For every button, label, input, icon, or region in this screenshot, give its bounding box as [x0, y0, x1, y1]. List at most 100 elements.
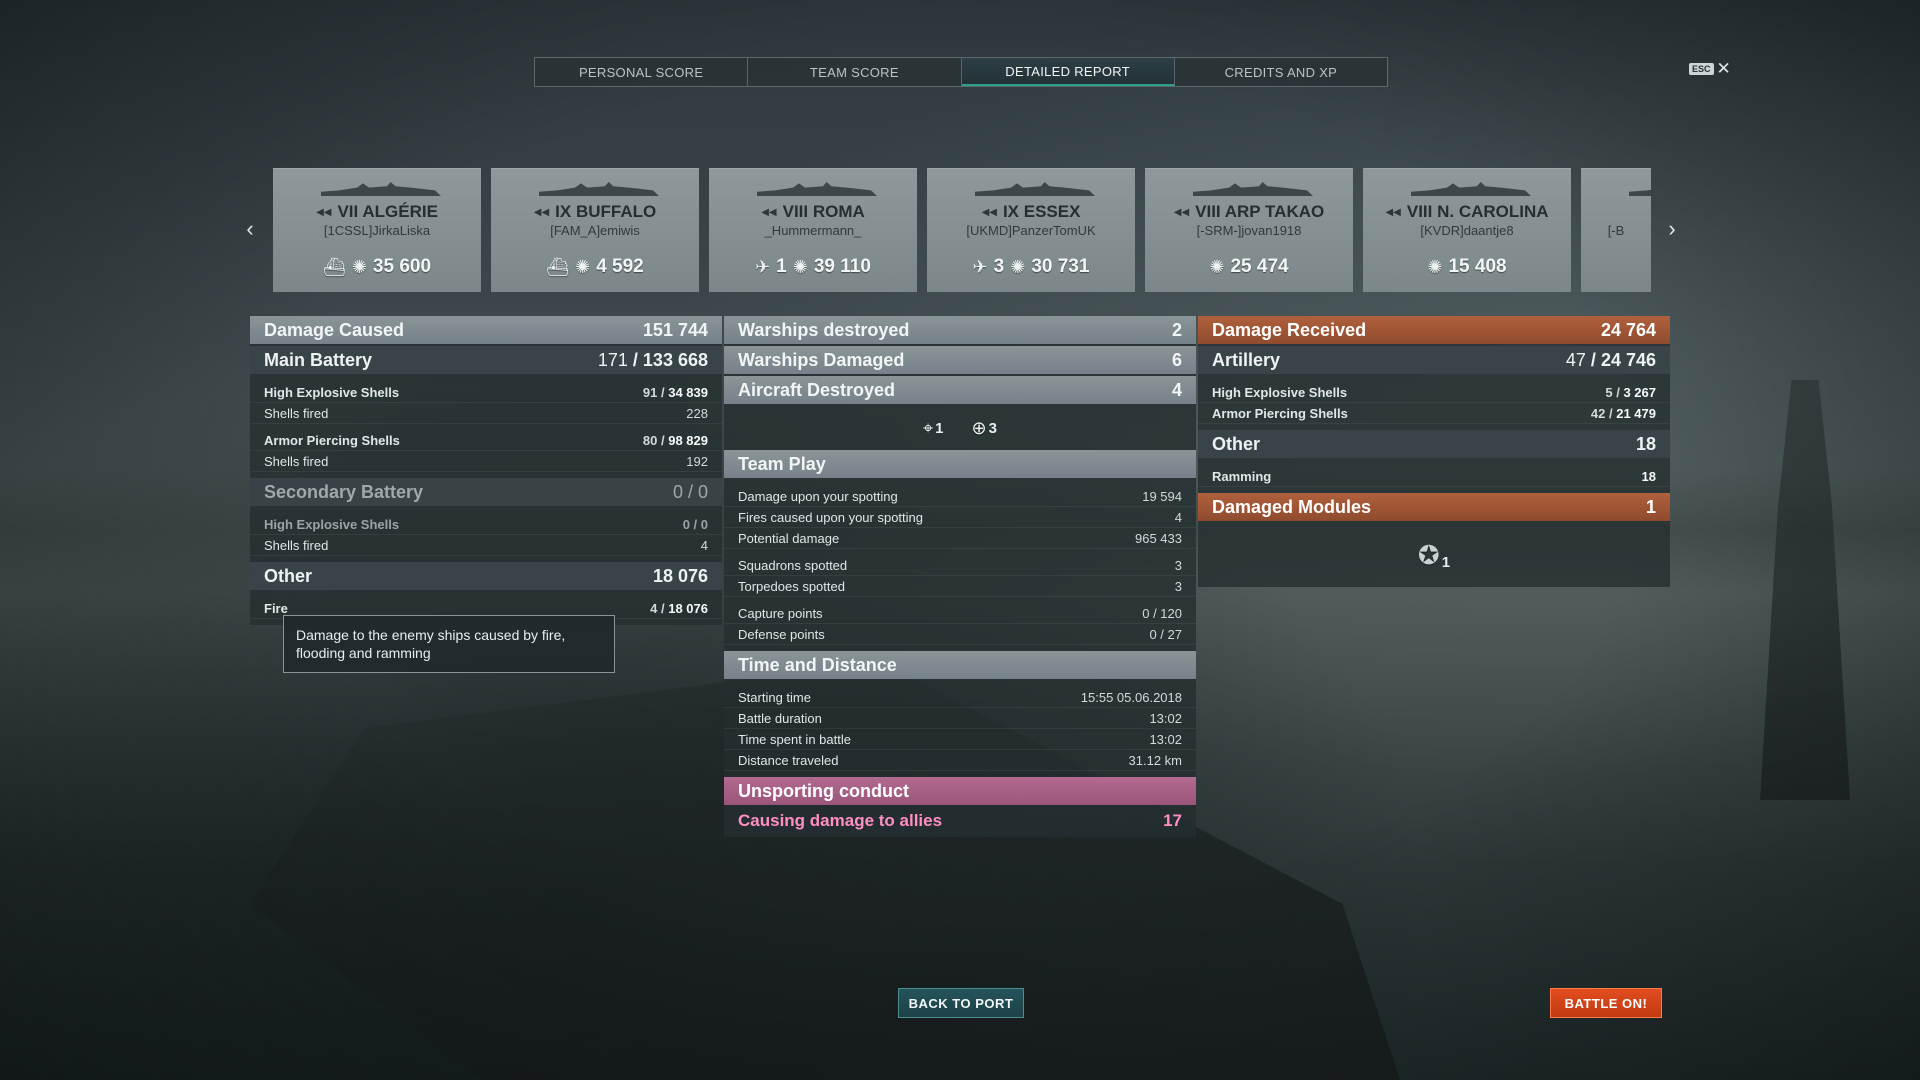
stat-row-label: Fires caused upon your spotting: [738, 509, 923, 525]
stat-row-value: 0 / 27: [1149, 626, 1182, 642]
damage-received-value: 24 764: [1600, 319, 1656, 340]
back-to-port-button[interactable]: BACK TO PORT: [898, 988, 1024, 1018]
unsporting-conduct-label: Unsporting conduct: [738, 780, 909, 801]
ship-stat-count: 1: [776, 256, 787, 277]
unsporting-conduct-header: Unsporting conduct: [724, 777, 1196, 805]
ship-name: ◀◀ VIII ARP TAKAO: [1145, 202, 1353, 222]
player-name: [UKMD]PanzerTomUK: [966, 223, 1096, 238]
ship-card[interactable]: ◀◀ VIII ARP TAKAO [-SRM-]jovan1918 ✺ 25 4…: [1145, 168, 1353, 292]
tab-team-score[interactable]: TEAM SCORE: [748, 58, 962, 86]
ship-name-text: VII ALGÉRIE: [337, 202, 438, 221]
artillery-hits: 47: [1565, 349, 1586, 370]
warships-destroyed-label: Warships destroyed: [738, 319, 910, 340]
warships-damaged-value: 6: [1171, 349, 1182, 370]
stat-row-label: Defense points: [738, 626, 825, 642]
received-he-damage: 3 267: [1623, 384, 1656, 400]
stat-row-label: Potential damage: [738, 530, 840, 546]
bomber-crosshair-icon: ⊕: [971, 418, 987, 438]
ship-name-text: VIII ROMA: [782, 202, 865, 221]
secondary-he-value: 0 / 0: [682, 516, 708, 532]
damage-to-allies-value: 17: [1163, 811, 1182, 830]
stat-row-label: Starting time: [738, 689, 811, 705]
secondary-he-row: High Explosive Shells 0 / 0: [250, 514, 722, 535]
middle-stats-panel: Warships destroyed 2 Warships Damaged 6 Ai…: [724, 316, 1196, 837]
ship-stats: ✈ 3 ✺ 30 731: [927, 256, 1135, 278]
stat-row: Potential damage 965 433: [724, 528, 1196, 549]
fighter-crosshair-icon: ⌖: [923, 418, 934, 438]
tab-detailed-report[interactable]: DETAILED REPORT: [961, 58, 1175, 86]
aircraft-shot-icon: ✈: [972, 257, 988, 277]
damage-caused-value: 151 744: [642, 319, 708, 340]
other-label: Other: [264, 565, 313, 586]
damage-burst-icon: ✺: [1010, 257, 1026, 277]
received-other-header: Other 18: [1198, 430, 1670, 458]
fire-label: Fire: [264, 600, 288, 616]
warships-destroyed-header: Warships destroyed 2: [724, 316, 1196, 344]
main-battery-hits: 171: [597, 349, 628, 370]
ramming-label: Ramming: [1212, 468, 1272, 484]
ship-name-text: IX ESSEX: [1002, 202, 1081, 221]
fire-hits: 4: [650, 600, 658, 616]
stat-row-label: Time spent in battle: [738, 731, 851, 747]
stat-row-label: Capture points: [738, 605, 823, 621]
stat-row: Defense points 0 / 27: [724, 624, 1196, 645]
warships-damaged-label: Warships Damaged: [738, 349, 905, 370]
ship-name-text: VIII N. CAROLINA: [1406, 202, 1549, 221]
tab-personal-score[interactable]: PERSONAL SCORE: [535, 58, 749, 86]
damaged-modules-header: Damaged Modules 1: [1198, 493, 1670, 521]
ship-name: ◀◀ IX ESSEX: [927, 202, 1135, 222]
damage-to-allies-label: Causing damage to allies: [738, 811, 943, 830]
stat-row-value: 13:02: [1149, 710, 1182, 726]
aircraft-shot-icon: ✈: [755, 257, 771, 277]
damage-burst-icon: ✺: [1427, 257, 1443, 277]
damage-received-panel: Damage Received 24 764 Artillery 47 / 24 7…: [1198, 316, 1670, 587]
ship-card[interactable]: ◀◀ VII ALGÉRIE [1CSSL]JirkaLiska ⛴ ✺ 35 6…: [273, 168, 481, 292]
damage-caused-panel: Damage Caused 151 744 Main Battery 171 /…: [250, 316, 722, 625]
player-name: [-SRM-]jovan1918: [1196, 223, 1302, 238]
ap-shells-label: Armor Piercing Shells: [264, 432, 400, 448]
team-play-header: Team Play: [724, 450, 1196, 478]
aircraft-type2-count: 3: [988, 420, 997, 437]
carousel-next-button[interactable]: ›: [1662, 216, 1682, 241]
ship-card[interactable]: ◀◀ VIII ROMA _Hummermann_ ✈ 1 ✺ 39 110: [709, 168, 917, 292]
ap-fired-value: 192: [686, 453, 708, 469]
ship-damage: 4 592: [596, 256, 644, 277]
ship-stats: ✺ 25 474: [1145, 256, 1353, 278]
ramming-value: 18: [1641, 468, 1656, 484]
ship-silhouette-icon: [975, 182, 1095, 196]
main-battery-header: Main Battery 171 / 133 668: [250, 346, 722, 374]
battle-on-button[interactable]: BATTLE ON!: [1550, 988, 1662, 1018]
ship-name: ◀◀ VIII N. CAROLINA: [1363, 202, 1571, 222]
damage-burst-icon: ✺: [1209, 257, 1225, 277]
received-he-label: High Explosive Shells: [1212, 384, 1348, 400]
player-name: [FAM_A]emiwis: [550, 223, 640, 238]
fire-damage: 18 076: [668, 600, 708, 616]
received-other-value: 18: [1635, 433, 1656, 454]
received-ap-row: Armor Piercing Shells 42 / 21 479: [1198, 403, 1670, 424]
close-button[interactable]: ESC ✕: [1689, 59, 1731, 78]
ship-card[interactable]: ◀◀ IX ESSEX [UKMD]PanzerTomUK ✈ 3 ✺ 30 73…: [927, 168, 1135, 292]
tab-credits-and-xp[interactable]: CREDITS AND XP: [1175, 58, 1387, 86]
secondary-he-label: High Explosive Shells: [264, 516, 400, 532]
damaged-module-icon: ✪: [1417, 540, 1440, 570]
main-battery-damage: 133 668: [642, 349, 708, 370]
received-ap-damage: 21 479: [1616, 405, 1656, 421]
ap-shells-hits: 80: [642, 432, 658, 448]
team-play-rows: Damage upon your spotting 19 594 Fires cau…: [724, 480, 1196, 651]
ship-name: ◀◀ VII ALGÉRIE: [273, 202, 481, 222]
ship-damage: 35 600: [372, 256, 432, 277]
stat-row-label: Battle duration: [738, 710, 822, 726]
stat-row-value: 19 594: [1142, 488, 1182, 504]
ship-damage: 30 731: [1031, 256, 1090, 277]
nation-flag-icon: ◀◀: [1385, 206, 1401, 218]
ship-card[interactable]: ◀◀ IX BUFFALO [FAM_A]emiwis ⛴ ✺ 4 592: [491, 168, 699, 292]
received-he-hits: 5: [1605, 384, 1613, 400]
carousel-prev-button[interactable]: ‹: [240, 216, 260, 241]
nation-flag-icon: ◀◀: [761, 206, 777, 218]
stat-row: Damage upon your spotting 19 594: [724, 486, 1196, 507]
ship-card[interactable]: ◀◀ VIII N. CAROLINA [KVDR]daantje8 ✺ 15 4…: [1363, 168, 1571, 292]
ship-card[interactable]: [-B: [1581, 168, 1651, 292]
report-tabs: PERSONAL SCORE TEAM SCORE DETAILED REPOR…: [534, 57, 1388, 87]
close-icon: ✕: [1716, 59, 1731, 78]
stat-row-label: Damage upon your spotting: [738, 488, 898, 504]
